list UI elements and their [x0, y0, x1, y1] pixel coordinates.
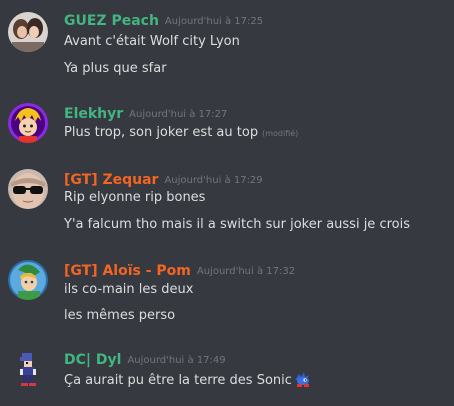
message-header: [GT] Zequar Aujourd'hui à 17:29: [64, 169, 263, 189]
username[interactable]: GUEZ Peach: [64, 13, 159, 29]
username[interactable]: Elekhyr: [64, 106, 123, 122]
username[interactable]: [GT] Zequar: [64, 172, 158, 188]
message-text: Ça aurait pu être la terre des Sonic: [64, 371, 312, 391]
avatar[interactable]: [8, 103, 48, 143]
avatar[interactable]: [8, 260, 48, 300]
message-text: Plus trop, son joker est au top (modifié): [64, 123, 298, 144]
message-text: Ya plus que sfar: [64, 61, 167, 76]
avatar[interactable]: [8, 169, 48, 209]
message-text: Avant c'était Wolf city Lyon: [64, 34, 240, 49]
message-content: Ça aurait pu être la terre des Sonic: [64, 373, 292, 388]
blond-cartoon-character-avatar-icon: [8, 103, 48, 143]
message-text: les mêmes perso: [64, 308, 176, 323]
message-header: [GT] Aloïs - Pom Aujourd'hui à 17:32: [64, 260, 295, 280]
message-header: DC| Dyl Aujourd'hui à 17:49: [64, 349, 226, 369]
timestamp: Aujourd'hui à 17:29: [164, 175, 263, 186]
message-text: Rip elyonne rip bones: [64, 190, 206, 205]
username[interactable]: DC| Dyl: [64, 352, 121, 368]
username[interactable]: [GT] Aloïs - Pom: [64, 263, 191, 279]
message-text: Y'a falcum tho mais il a switch sur joke…: [64, 217, 410, 232]
timestamp: Aujourd'hui à 17:25: [164, 16, 264, 27]
pixel-sprite-avatar-icon: [8, 349, 48, 389]
message-header: GUEZ Peach Aujourd'hui à 17:25: [64, 10, 263, 30]
sonic-emoji-icon: [294, 371, 312, 387]
message-content: Plus trop, son joker est au top: [64, 125, 259, 140]
sunglasses-face-avatar-icon: [8, 169, 48, 209]
edited-label: (modifié): [262, 129, 299, 138]
timestamp: Aujourd'hui à 17:49: [127, 355, 226, 366]
avatar[interactable]: [8, 349, 48, 389]
timestamp: Aujourd'hui à 17:32: [196, 266, 296, 277]
timestamp: Aujourd'hui à 17:27: [129, 109, 228, 120]
message-text: ils co-main les deux: [64, 282, 194, 297]
avatar[interactable]: [8, 12, 48, 52]
message-header: Elekhyr Aujourd'hui à 17:27: [64, 103, 227, 123]
two-people-photo-avatar-icon: [8, 12, 48, 52]
green-tunic-hero-avatar-icon: [8, 260, 48, 300]
